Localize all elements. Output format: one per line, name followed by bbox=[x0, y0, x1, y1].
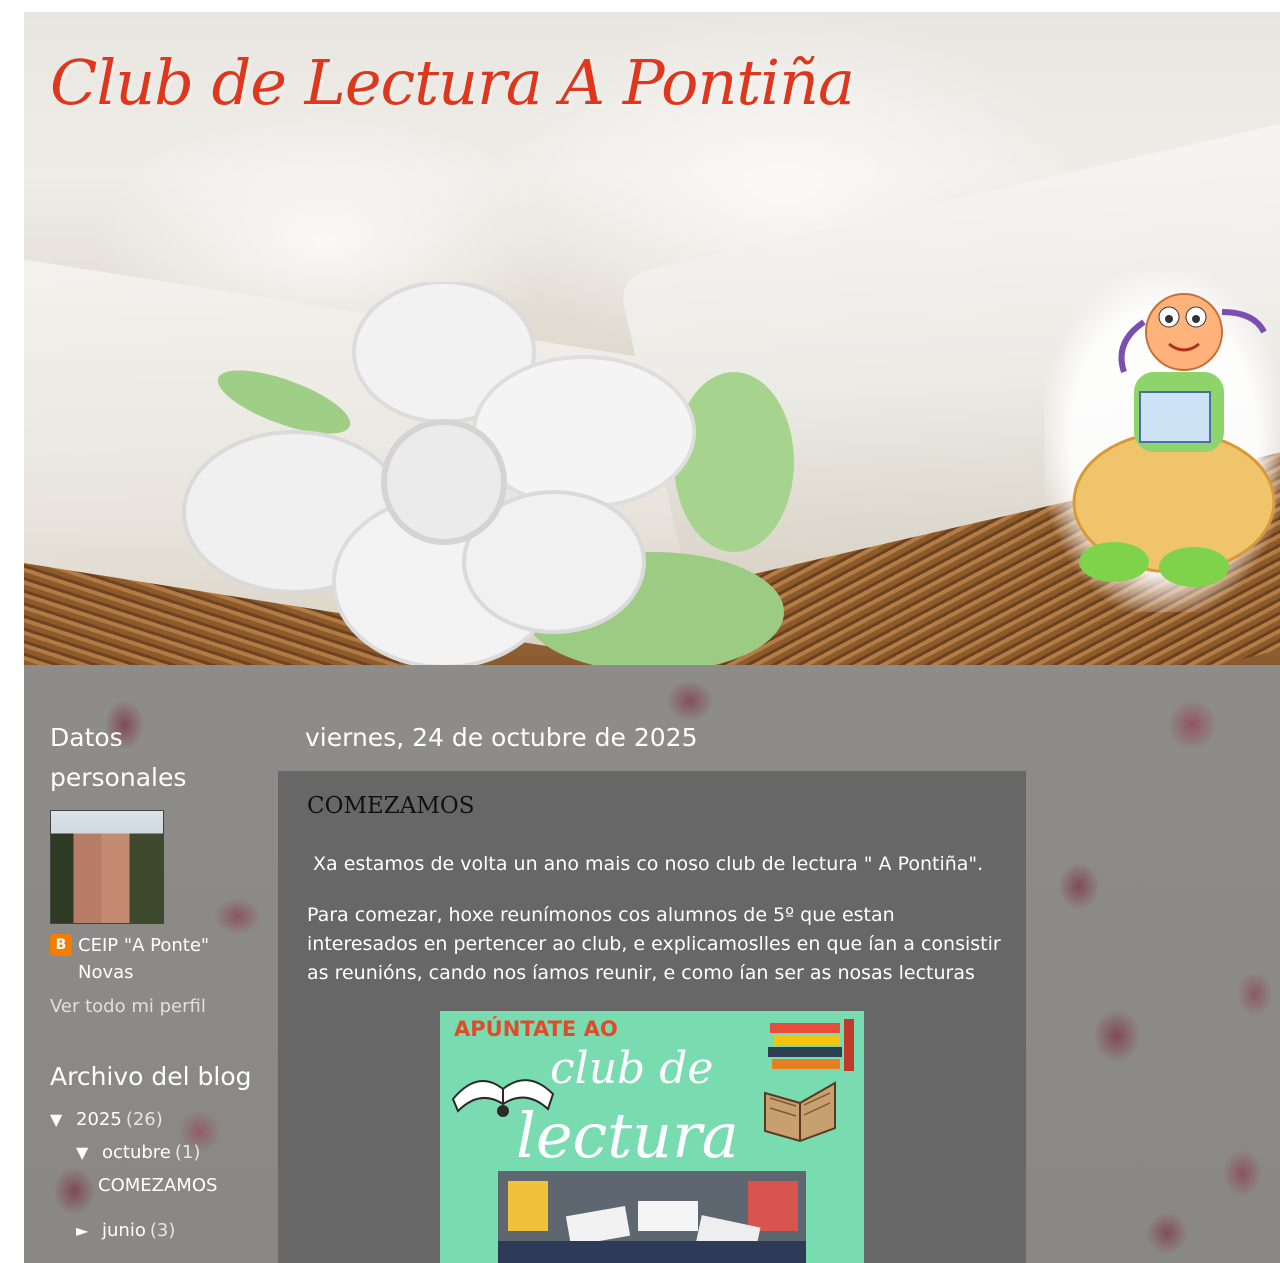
archive-widget-title: Archivo del blog bbox=[50, 1062, 252, 1091]
archive-month-label[interactable]: octubre bbox=[102, 1136, 171, 1169]
archive-year-label[interactable]: 2025 bbox=[76, 1103, 122, 1136]
archive-count: (3) bbox=[149, 1220, 176, 1241]
post-poster-image[interactable]: APÚNTATE AO club de lectura bbox=[440, 1011, 864, 1263]
blog-archive: Archivo del blog ▼ 2025 (26) ▼ octubre (… bbox=[50, 1057, 265, 1247]
open-book-icon bbox=[764, 1081, 836, 1143]
blogger-icon: B bbox=[50, 934, 72, 956]
profile-name-row: B CEIP "A Ponte" Novas bbox=[50, 932, 265, 986]
expand-arrow-icon[interactable]: ► bbox=[76, 1214, 102, 1247]
books-stack-icon bbox=[768, 1019, 854, 1071]
sidebar: Datos personales B CEIP "A Ponte" Novas … bbox=[50, 718, 265, 1247]
archive-count: (1) bbox=[174, 1142, 201, 1163]
poster-top-text: APÚNTATE AO bbox=[454, 1017, 618, 1041]
collapse-arrow-icon[interactable]: ▼ bbox=[50, 1103, 76, 1136]
reading-students-image bbox=[498, 1171, 806, 1263]
site-title[interactable]: Club de Lectura A Pontiña bbox=[50, 46, 855, 119]
poster-club-text: club de bbox=[550, 1043, 714, 1094]
view-profile-link[interactable]: Ver todo mi perfil bbox=[50, 996, 265, 1017]
archive-month-octubre[interactable]: ▼ octubre (1) bbox=[50, 1136, 265, 1169]
mascot-illustration bbox=[1044, 272, 1280, 612]
collapse-arrow-icon[interactable]: ▼ bbox=[76, 1136, 102, 1169]
archive-post-label[interactable]: COMEZAMOS bbox=[98, 1169, 217, 1202]
poster-lectura-text: lectura bbox=[516, 1099, 739, 1172]
crochet-flower-image bbox=[182, 282, 794, 665]
post: COMEZAMOS Xa estamos de volta un ano mai… bbox=[278, 771, 1026, 1263]
post-paragraph: Xa estamos de volta un ano mais co noso … bbox=[313, 853, 984, 875]
profile-name-link[interactable]: CEIP "A Ponte" Novas bbox=[78, 932, 265, 986]
archive-month-junio[interactable]: ► junio (3) bbox=[50, 1214, 265, 1247]
archive-post-link[interactable]: COMEZAMOS bbox=[50, 1169, 265, 1202]
archive-year-2025[interactable]: ▼ 2025 (26) bbox=[50, 1103, 265, 1136]
profile-widget-title: Datos personales bbox=[50, 723, 187, 792]
post-paragraph: Para comezar, hoxe reunímonos cos alumno… bbox=[307, 904, 1001, 984]
profile-photo[interactable] bbox=[50, 810, 164, 924]
archive-count: (26) bbox=[125, 1109, 163, 1130]
header-banner: Club de Lectura A Pontiña bbox=[24, 12, 1280, 665]
archive-month-label[interactable]: junio bbox=[102, 1214, 146, 1247]
poster-reading-photo bbox=[498, 1171, 806, 1263]
post-date-header: viernes, 24 de octubre de 2025 bbox=[305, 723, 698, 752]
post-title[interactable]: COMEZAMOS bbox=[307, 793, 475, 819]
